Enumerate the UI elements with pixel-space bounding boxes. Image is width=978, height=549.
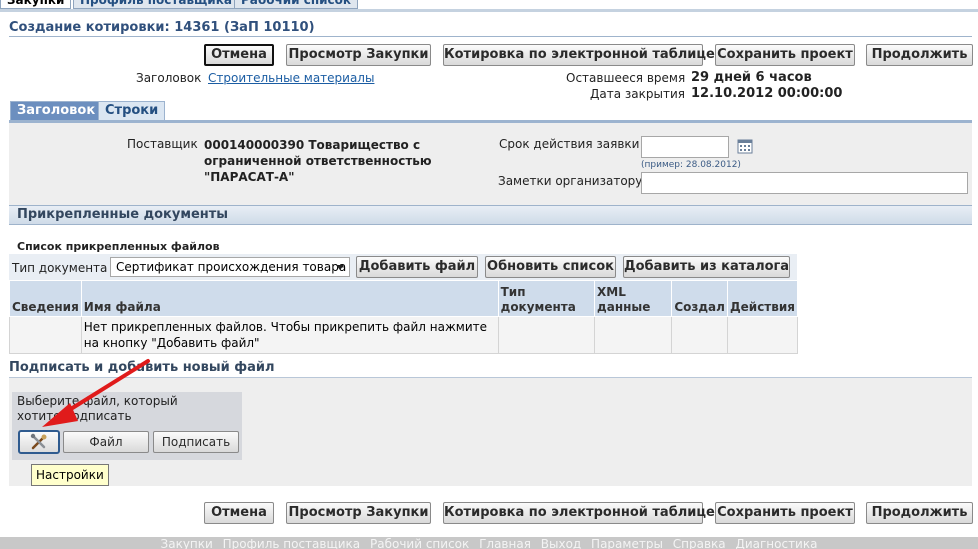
continue-button-bottom[interactable]: Продолжить bbox=[866, 502, 973, 524]
time-left-value: 29 дней 6 часов bbox=[691, 70, 812, 85]
continue-button[interactable]: Продолжить bbox=[866, 44, 973, 66]
top-tab-strip: Закупки Профиль поставщика Рабочий списо… bbox=[0, 0, 978, 9]
heading-label: Заголовок bbox=[136, 71, 202, 85]
column-header-xml-data: XML данные bbox=[594, 280, 673, 317]
add-file-button[interactable]: Добавить файл bbox=[356, 256, 478, 278]
column-header-file-name: Имя файла bbox=[80, 280, 499, 317]
validity-label: Срок действия заявки bbox=[499, 137, 640, 151]
close-date-label: Дата закрытия bbox=[590, 87, 685, 101]
footer-link-logout[interactable]: Выход bbox=[538, 537, 584, 549]
notes-input[interactable] bbox=[641, 172, 968, 194]
quote-by-spreadsheet-button-bottom[interactable]: Котировка по электронной таблице bbox=[443, 502, 715, 524]
sign-button[interactable]: Подписать bbox=[153, 431, 239, 453]
add-from-catalog-button[interactable]: Добавить из каталога bbox=[623, 256, 790, 278]
table-cell-empty bbox=[9, 316, 82, 354]
footer-links: Закупки Профиль поставщика Рабочий списо… bbox=[0, 537, 978, 549]
footer-link-supplier-profile[interactable]: Профиль поставщика bbox=[220, 537, 364, 549]
view-rfq-button-bottom[interactable]: Просмотр Закупки bbox=[286, 502, 431, 524]
save-draft-button[interactable]: Сохранить проект bbox=[715, 44, 855, 66]
attachments-section-header: Прикрепленные документы bbox=[9, 205, 972, 225]
table-cell-empty bbox=[726, 316, 799, 354]
table-cell-empty bbox=[497, 316, 596, 354]
doc-type-select[interactable]: Сертификат происхождения товара bbox=[110, 257, 350, 277]
date-format-hint: (пример: 28.08.2012) bbox=[641, 160, 741, 170]
supplier-value: 000140000390 Товарищество с ограниченной… bbox=[204, 138, 432, 184]
footer-link-diagnostics[interactable]: Диагностика bbox=[732, 537, 820, 549]
page-title: Создание котировки: 14361 (ЗаП 10110) bbox=[9, 20, 315, 35]
column-header-doc-type: Тип документа bbox=[497, 280, 596, 317]
quote-by-spreadsheet-button[interactable]: Котировка по электронной таблице bbox=[443, 44, 715, 66]
top-tab-rule bbox=[0, 9, 978, 12]
footer-link-preferences[interactable]: Параметры bbox=[588, 537, 666, 549]
tab-lines[interactable]: Строки bbox=[98, 101, 166, 121]
cancel-button-bottom[interactable]: Отмена bbox=[204, 502, 274, 524]
footer-link-worklist[interactable]: Рабочий список bbox=[367, 537, 472, 549]
table-cell-empty bbox=[594, 316, 673, 354]
doc-type-label: Тип документа bbox=[12, 261, 108, 275]
top-tab-purchases[interactable]: Закупки bbox=[0, 0, 72, 9]
tab-header[interactable]: Заголовок bbox=[10, 101, 103, 121]
column-header-details: Сведения bbox=[9, 280, 82, 317]
table-cell-empty bbox=[671, 316, 728, 354]
footer-link-help[interactable]: Справка bbox=[670, 537, 729, 549]
settings-tooltip: Настройки bbox=[31, 464, 109, 486]
table-header-row: Сведения Имя файла Тип документа XML дан… bbox=[9, 280, 799, 317]
tools-icon bbox=[30, 433, 47, 450]
attachments-list-title: Список прикрепленных файлов bbox=[17, 240, 220, 253]
heading-link[interactable]: Строительные материалы bbox=[208, 71, 374, 85]
chevron-down-icon bbox=[336, 265, 344, 270]
validity-date-input[interactable] bbox=[641, 136, 729, 158]
footer-link-home[interactable]: Главная bbox=[476, 537, 534, 549]
calendar-icon[interactable] bbox=[737, 138, 753, 154]
top-tab-supplier-profile[interactable]: Профиль поставщика bbox=[73, 0, 239, 9]
attachments-table: Сведения Имя файла Тип документа XML дан… bbox=[9, 280, 799, 354]
close-date-value: 12.10.2012 00:00:00 bbox=[691, 86, 843, 101]
annotation-arrow-icon bbox=[42, 359, 150, 427]
save-draft-button-bottom[interactable]: Сохранить проект bbox=[715, 502, 855, 524]
table-row: Нет прикрепленных файлов. Чтобы прикрепи… bbox=[9, 316, 799, 354]
title-divider bbox=[9, 36, 972, 37]
column-header-created-by: Создал bbox=[671, 280, 728, 317]
column-header-actions: Действия bbox=[726, 280, 799, 317]
time-left-label: Оставшееся время bbox=[566, 71, 686, 85]
top-tab-worklist[interactable]: Рабочий список bbox=[234, 0, 359, 9]
empty-table-message: Нет прикрепленных файлов. Чтобы прикрепи… bbox=[80, 316, 499, 354]
supplier-label: Поставщик bbox=[127, 137, 198, 151]
doc-type-selected: Сертификат происхождения товара bbox=[116, 260, 347, 274]
cancel-button[interactable]: Отмена bbox=[204, 44, 274, 66]
refresh-list-button[interactable]: Обновить список bbox=[485, 256, 616, 278]
footer-link-purchases[interactable]: Закупки bbox=[158, 537, 216, 549]
view-rfq-button[interactable]: Просмотр Закупки bbox=[286, 44, 431, 66]
notes-label: Заметки организатору bbox=[498, 174, 643, 188]
